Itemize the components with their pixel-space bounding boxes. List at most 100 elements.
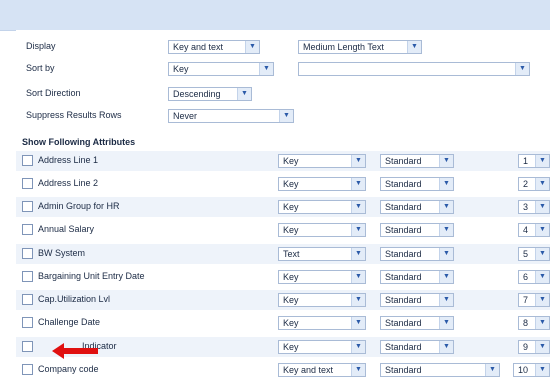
attribute-display-select[interactable]: Key ▼	[278, 270, 366, 284]
attribute-display-select[interactable]: Key ▼	[278, 316, 366, 330]
sort-direction-row: Sort Direction Descending ▼	[16, 84, 550, 104]
attribute-row: Cap.Utilization Lvl Key ▼ Standard ▼ 7 ▼	[16, 290, 550, 310]
attribute-order-value: 1	[523, 156, 529, 166]
chevron-down-icon: ▼	[351, 317, 365, 329]
attribute-length-value: Standard	[385, 179, 422, 189]
suppress-results-rows-value: Never	[173, 111, 198, 121]
attribute-order-select[interactable]: 8 ▼	[518, 316, 550, 330]
attribute-display-value: Key	[283, 225, 299, 235]
chevron-down-icon: ▼	[351, 271, 365, 283]
attribute-display-select[interactable]: Key ▼	[278, 154, 366, 168]
attribute-length-value: Standard	[385, 365, 422, 375]
attribute-display-select[interactable]: Key ▼	[278, 177, 366, 191]
attribute-label: Admin Group for HR	[38, 201, 120, 211]
attribute-order-select[interactable]: 2 ▼	[518, 177, 550, 191]
attribute-checkbox[interactable]	[22, 341, 33, 352]
chevron-down-icon: ▼	[351, 224, 365, 236]
attribute-label: Company code	[38, 364, 99, 374]
attribute-length-select[interactable]: Standard ▼	[380, 154, 454, 168]
attribute-display-select[interactable]: Key ▼	[278, 200, 366, 214]
attribute-order-select[interactable]: 9 ▼	[518, 340, 550, 354]
attribute-checkbox[interactable]	[22, 317, 33, 328]
chevron-down-icon: ▼	[439, 294, 453, 306]
attribute-checkbox[interactable]	[22, 364, 33, 375]
attribute-display-select[interactable]: Key ▼	[278, 293, 366, 307]
chevron-down-icon: ▼	[535, 317, 549, 329]
chevron-down-icon: ▼	[439, 248, 453, 260]
chevron-down-icon: ▼	[279, 110, 293, 122]
attribute-checkbox[interactable]	[22, 178, 33, 189]
attribute-display-value: Key	[283, 272, 299, 282]
attribute-length-value: Standard	[385, 249, 422, 259]
chevron-down-icon: ▼	[245, 41, 259, 53]
attribute-length-select[interactable]: Standard ▼	[380, 247, 454, 261]
attribute-length-select[interactable]: Standard ▼	[380, 177, 454, 191]
attribute-display-value: Key	[283, 342, 299, 352]
attribute-length-value: Standard	[385, 295, 422, 305]
attribute-length-select[interactable]: Standard ▼	[380, 340, 454, 354]
display-text-length-select[interactable]: Medium Length Text ▼	[298, 40, 422, 54]
attribute-length-select[interactable]: Standard ▼	[380, 223, 454, 237]
chevron-down-icon: ▼	[485, 364, 499, 376]
attribute-row: Address Line 1 Key ▼ Standard ▼ 1 ▼	[16, 151, 550, 171]
attribute-checkbox[interactable]	[22, 248, 33, 259]
attribute-display-select[interactable]: Key ▼	[278, 223, 366, 237]
attribute-length-select[interactable]: Standard ▼	[380, 316, 454, 330]
attribute-length-value: Standard	[385, 342, 422, 352]
attribute-order-select[interactable]: 6 ▼	[518, 270, 550, 284]
chevron-down-icon: ▼	[439, 317, 453, 329]
attribute-display-value: Key	[283, 179, 299, 189]
chevron-down-icon: ▼	[535, 178, 549, 190]
attribute-checkbox[interactable]	[22, 294, 33, 305]
attribute-label: Annual Salary	[38, 224, 95, 234]
chevron-down-icon: ▼	[515, 63, 529, 75]
attribute-length-select[interactable]: Standard ▼	[380, 270, 454, 284]
chevron-down-icon: ▼	[535, 248, 549, 260]
attribute-length-select[interactable]: Standard ▼	[380, 363, 500, 377]
attribute-order-select[interactable]: 5 ▼	[518, 247, 550, 261]
show-attributes-title: Show Following Attributes	[22, 137, 136, 147]
attribute-order-value: 6	[523, 272, 529, 282]
attribute-checkbox[interactable]	[22, 201, 33, 212]
attribute-row: Company code Key and text ▼ Standard ▼ 1…	[16, 360, 550, 380]
attribute-checkbox[interactable]	[22, 271, 33, 282]
sort-direction-value: Descending	[173, 89, 221, 99]
attribute-display-select[interactable]: Key ▼	[278, 340, 366, 354]
attribute-display-value: Key	[283, 295, 299, 305]
display-select-value: Key and text	[173, 42, 224, 52]
attribute-length-select[interactable]: Standard ▼	[380, 200, 454, 214]
attribute-length-select[interactable]: Standard ▼	[380, 293, 454, 307]
attribute-display-value: Key	[283, 318, 299, 328]
attribute-order-select[interactable]: 10 ▼	[513, 363, 550, 377]
attribute-order-select[interactable]: 7 ▼	[518, 293, 550, 307]
attribute-checkbox[interactable]	[22, 224, 33, 235]
attribute-row: BW System Text ▼ Standard ▼ 5 ▼	[16, 244, 550, 264]
attribute-length-value: Standard	[385, 318, 422, 328]
attribute-order-value: 8	[523, 318, 529, 328]
chevron-down-icon: ▼	[535, 201, 549, 213]
chevron-down-icon: ▼	[439, 341, 453, 353]
chevron-down-icon: ▼	[237, 88, 251, 100]
sort-by-secondary-select[interactable]: ▼	[298, 62, 530, 76]
attribute-order-select[interactable]: 4 ▼	[518, 223, 550, 237]
chevron-down-icon: ▼	[351, 178, 365, 190]
attribute-order-value: 10	[518, 365, 529, 375]
attribute-label: Bargaining Unit Entry Date	[38, 271, 145, 281]
red-arrow-icon	[52, 343, 98, 359]
attribute-display-select[interactable]: Text ▼	[278, 247, 366, 261]
attribute-order-select[interactable]: 3 ▼	[518, 200, 550, 214]
display-select[interactable]: Key and text ▼	[168, 40, 260, 54]
sort-direction-select[interactable]: Descending ▼	[168, 87, 252, 101]
chevron-down-icon: ▼	[351, 155, 365, 167]
attribute-display-select[interactable]: Key and text ▼	[278, 363, 366, 377]
suppress-results-rows-select[interactable]: Never ▼	[168, 109, 294, 123]
attribute-order-select[interactable]: 1 ▼	[518, 154, 550, 168]
display-label: Display	[26, 41, 56, 51]
attribute-order-value: 2	[523, 179, 529, 189]
chevron-down-icon: ▼	[535, 294, 549, 306]
attribute-order-value: 3	[523, 202, 529, 212]
attribute-row: Address Line 2 Key ▼ Standard ▼ 2 ▼	[16, 174, 550, 194]
attribute-checkbox[interactable]	[22, 155, 33, 166]
sort-by-select[interactable]: Key ▼	[168, 62, 274, 76]
attribute-display-value: Text	[283, 249, 300, 259]
